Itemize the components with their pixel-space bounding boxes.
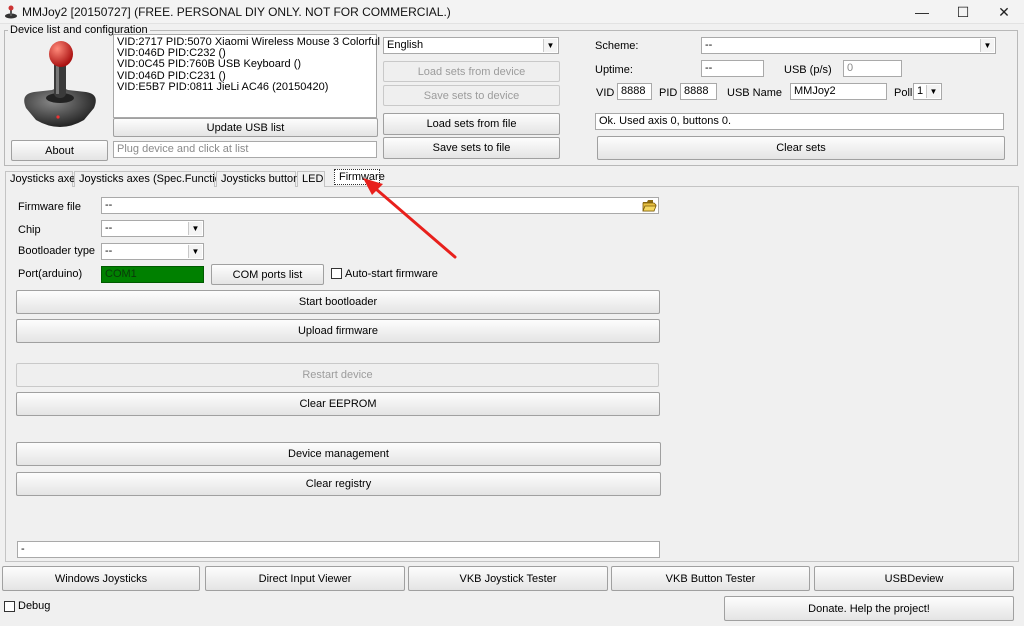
tab-joysticks-axes[interactable]: Joysticks axes	[5, 171, 81, 187]
save-to-file-button[interactable]: Save sets to file	[383, 137, 560, 159]
vkb-joystick-tester-button[interactable]: VKB Joystick Tester	[408, 566, 608, 591]
app-joystick-icon	[5, 5, 17, 19]
chevron-down-icon[interactable]: ▼	[543, 39, 557, 52]
scheme-select[interactable]: -- ▼	[701, 37, 996, 54]
usb-name-field[interactable]: MMJoy2	[790, 83, 887, 100]
device-management-button[interactable]: Device management	[16, 442, 661, 466]
uptime-field: --	[701, 60, 764, 77]
language-value: English	[387, 39, 424, 51]
minimize-button[interactable]: —	[902, 0, 942, 24]
about-button[interactable]: About	[11, 140, 108, 161]
clear-eeprom-button[interactable]: Clear EEPROM	[16, 392, 660, 416]
bootloader-type-select[interactable]: -- ▼	[101, 243, 204, 260]
annotation-arrow-icon	[363, 178, 457, 259]
vid-label: VID	[596, 87, 615, 99]
firmware-file-value: --	[105, 199, 113, 211]
clear-sets-button[interactable]: Clear sets	[597, 136, 1005, 160]
usb-ps-field: 0	[843, 60, 902, 77]
update-usb-list-button[interactable]: Update USB list	[113, 118, 378, 137]
chip-select[interactable]: -- ▼	[101, 220, 204, 237]
device-list-item[interactable]: VID:E5B7 PID:0811 JieLi AC46 (20150420)	[117, 81, 373, 93]
chevron-down-icon[interactable]: ▼	[188, 222, 202, 235]
load-from-device-button[interactable]: Load sets from device	[383, 61, 560, 82]
usb-name-label: USB Name	[727, 87, 783, 99]
debug-checkbox[interactable]	[4, 601, 15, 612]
pid-label: PID	[659, 87, 678, 99]
save-to-device-button[interactable]: Save sets to device	[383, 85, 560, 106]
title-bar: MMJoy2 [20150727] (FREE. PERSONAL DIY ON…	[0, 0, 1024, 24]
language-select[interactable]: English ▼	[383, 37, 559, 54]
poll-select[interactable]: 1 ▼	[913, 83, 942, 100]
start-bootloader-button[interactable]: Start bootloader	[16, 290, 660, 314]
autostart-label: Auto-start firmware	[345, 268, 438, 280]
autostart-checkbox[interactable]	[331, 268, 342, 279]
close-button[interactable]: ✕	[984, 0, 1024, 24]
chip-label: Chip	[18, 224, 41, 236]
port-field[interactable]: COM1	[101, 266, 204, 283]
restart-device-button[interactable]: Restart device	[16, 363, 659, 387]
bootloader-type-value: --	[105, 245, 113, 257]
tab-led[interactable]: LED	[297, 171, 325, 187]
open-folder-icon[interactable]	[642, 199, 657, 212]
log-field: -	[17, 541, 660, 558]
plug-device-hint: Plug device and click at list	[113, 141, 377, 158]
chevron-down-icon[interactable]: ▼	[926, 85, 940, 98]
window-title: MMJoy2 [20150727] (FREE. PERSONAL DIY ON…	[22, 5, 451, 19]
clear-registry-button[interactable]: Clear registry	[16, 472, 661, 496]
poll-value: 1	[917, 85, 924, 97]
scheme-value: --	[705, 39, 713, 51]
tab-joysticks-buttons[interactable]: Joysticks buttons	[216, 171, 305, 187]
usbdeview-button[interactable]: USBDeview	[814, 566, 1014, 591]
maximize-button[interactable]: ☐	[943, 0, 983, 24]
port-arduino-label: Port(arduino)	[18, 268, 83, 280]
chevron-down-icon[interactable]: ▼	[980, 39, 994, 52]
device-list-item[interactable]: VID:0C45 PID:760B USB Keyboard ()	[117, 59, 373, 70]
upload-firmware-button[interactable]: Upload firmware	[16, 319, 660, 343]
pid-field[interactable]: 8888	[680, 83, 717, 100]
usb-ps-label: USB (p/s)	[784, 64, 832, 76]
uptime-label: Uptime:	[595, 64, 633, 76]
bootloader-type-label: Bootloader type	[18, 245, 96, 257]
debug-label: Debug	[18, 600, 51, 612]
device-list[interactable]: VID:2717 PID:5070 Xiaomi Wireless Mouse …	[113, 34, 390, 118]
donate-button[interactable]: Donate. Help the project!	[724, 596, 1014, 621]
vkb-button-tester-button[interactable]: VKB Button Tester	[611, 566, 810, 591]
com-ports-list-button[interactable]: COM ports list	[211, 264, 324, 285]
joystick-logo-icon	[24, 41, 96, 127]
vid-field[interactable]: 8888	[617, 83, 652, 100]
scheme-label: Scheme:	[595, 40, 639, 52]
load-from-file-button[interactable]: Load sets from file	[383, 113, 560, 135]
windows-joysticks-button[interactable]: Windows Joysticks	[2, 566, 200, 591]
chip-value: --	[105, 222, 113, 234]
tab-joysticks-axes-spec[interactable]: Joysticks axes (Spec.Functions)	[74, 171, 236, 187]
chevron-down-icon[interactable]: ▼	[188, 245, 202, 258]
status-field: Ok. Used axis 0, buttons 0.	[595, 113, 1004, 130]
firmware-file-label: Firmware file	[18, 201, 81, 213]
direct-input-viewer-button[interactable]: Direct Input Viewer	[205, 566, 405, 591]
poll-label: Poll	[894, 87, 913, 99]
